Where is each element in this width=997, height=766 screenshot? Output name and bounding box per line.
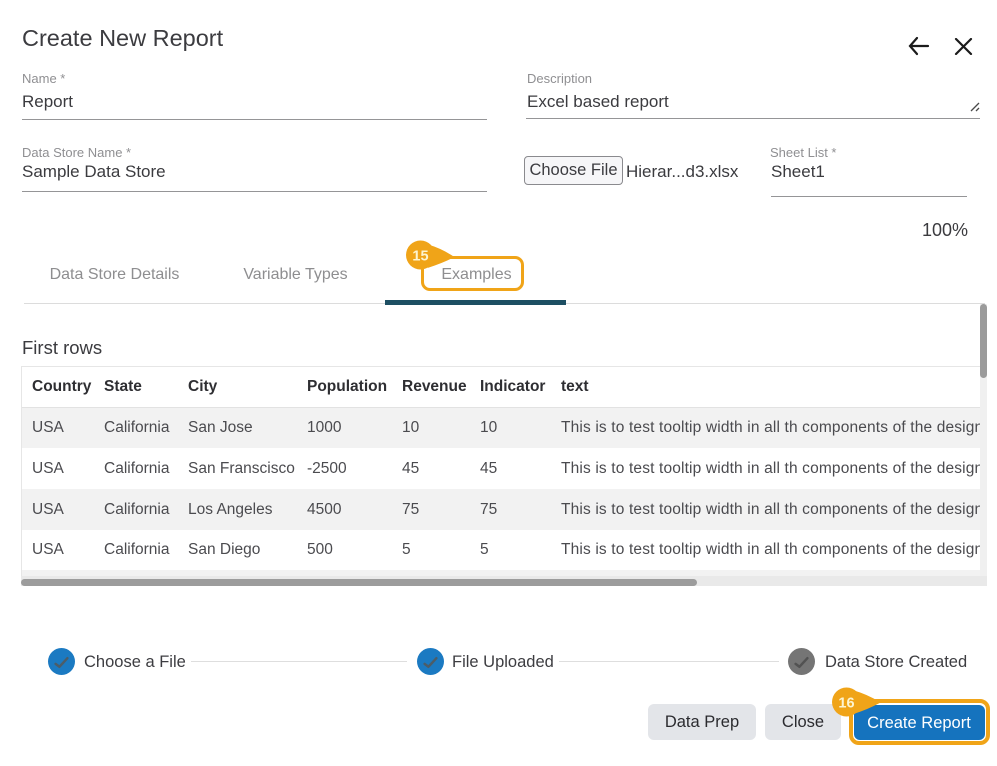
svg-text:15: 15 [412, 249, 428, 265]
svg-text:16: 16 [838, 696, 854, 712]
